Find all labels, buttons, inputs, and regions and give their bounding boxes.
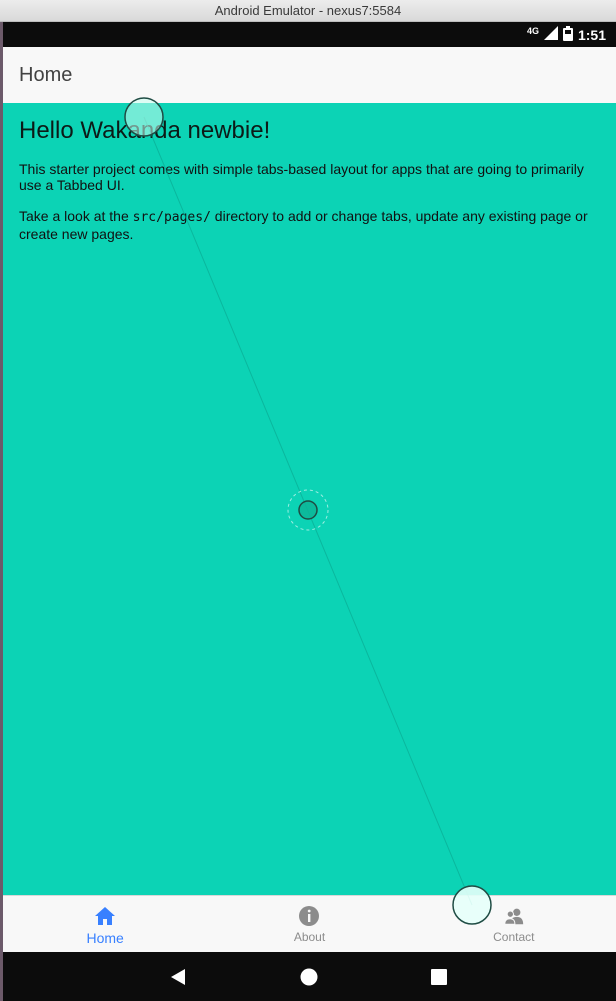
info-icon [298, 905, 320, 927]
contacts-icon [503, 905, 525, 927]
status-icons: 4G 1:51 [527, 22, 606, 47]
emulator-window-titlebar[interactable]: Android Emulator - nexus7:5584 [0, 0, 616, 22]
instructions-prefix: Take a look at the [19, 208, 133, 224]
android-status-bar: 4G 1:51 [3, 22, 616, 47]
tab-about[interactable]: About [207, 896, 411, 952]
home-circle-icon[interactable] [279, 952, 339, 1001]
home-icon [94, 905, 116, 927]
welcome-heading: Hello Wakanda newbie! [19, 117, 271, 144]
back-triangle-icon[interactable] [148, 952, 208, 1001]
android-navigation-bar [3, 952, 616, 1001]
intro-paragraph: This starter project comes with simple t… [19, 161, 584, 193]
status-time: 1:51 [577, 26, 606, 43]
tab-contact-label: Contact [493, 930, 535, 944]
battery-icon [562, 25, 573, 44]
page-title: Home [19, 64, 73, 86]
window-title: Android Emulator - nexus7:5584 [214, 3, 402, 18]
device-screen: 4G 1:51 Home Hello Wakanda newbie! This … [3, 22, 616, 1001]
instructions-paragraph: Take a look at the src/pages/ directory … [19, 208, 600, 242]
tab-contact[interactable]: Contact [412, 896, 616, 952]
pages-directory-code: src/pages/ [132, 210, 211, 225]
tab-home[interactable]: Home [3, 896, 207, 952]
home-content: Hello Wakanda newbie! This starter proje… [3, 103, 616, 895]
network-type-label: 4G [526, 25, 539, 36]
tab-about-label: About [293, 930, 326, 944]
bottom-tab-bar: Home About Contact [3, 895, 616, 952]
app-toolbar: Home [3, 47, 616, 103]
signal-icon [543, 26, 558, 43]
recents-square-icon[interactable] [409, 952, 469, 1001]
tab-home-label: Home [86, 930, 124, 946]
